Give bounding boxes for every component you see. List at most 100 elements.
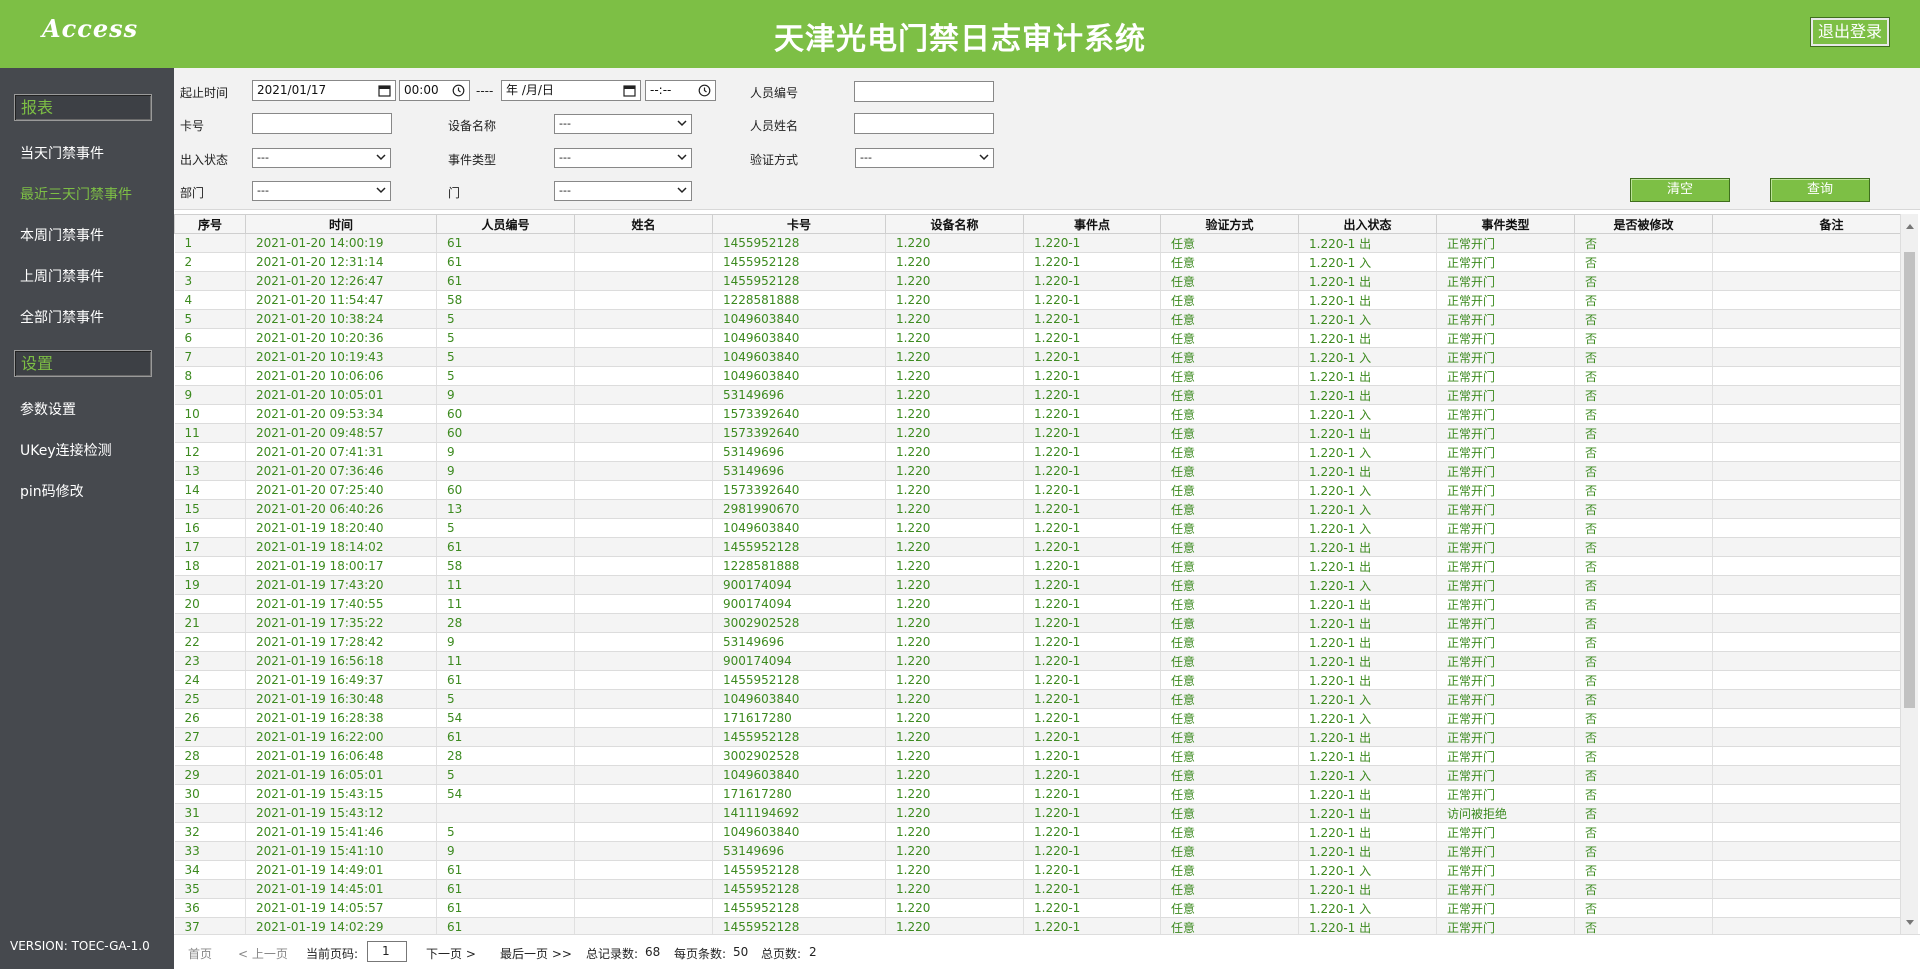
- table-row[interactable]: 21 2021-01-19 17:35:22 28 3002902528 1.220 1.…: [174, 613, 1900, 633]
- table-row[interactable]: 26 2021-01-19 16:28:38 54 171617280 1.220 1.2…: [174, 708, 1900, 728]
- current-page-input[interactable]: 1: [367, 941, 407, 962]
- card-input[interactable]: [252, 113, 392, 134]
- app-header: Access 天津光电门禁日志审计系统 退出登录: [0, 0, 1920, 68]
- table-cell: 正常开门: [1436, 252, 1575, 272]
- table-row[interactable]: 24 2021-01-19 16:49:37 61 1455952128 1.220 1.…: [174, 670, 1900, 690]
- table-row[interactable]: 28 2021-01-19 16:06:48 28 3002902528 1.220 1.…: [174, 746, 1900, 766]
- table-row[interactable]: 9 2021-01-20 10:05:01 9 53149696 1.220 1.220-…: [174, 385, 1900, 405]
- sidebar-item-today[interactable]: 当天门禁事件: [20, 143, 104, 163]
- table-cell: 否: [1574, 518, 1713, 538]
- table-row[interactable]: 25 2021-01-19 16:30:48 5 1049603840 1.220 1.2…: [174, 689, 1900, 709]
- table-cell: [1712, 290, 1900, 310]
- calendar-icon[interactable]: [623, 84, 636, 97]
- device-select[interactable]: ---: [554, 114, 692, 134]
- table-row[interactable]: 6 2021-01-20 10:20:36 5 1049603840 1.220 1.22…: [174, 328, 1900, 348]
- table-row[interactable]: 4 2021-01-20 11:54:47 58 1228581888 1.220 1.2…: [174, 290, 1900, 310]
- clear-button[interactable]: 清空: [1630, 178, 1730, 202]
- clock-icon[interactable]: [698, 84, 711, 97]
- table-cell: 否: [1574, 727, 1713, 747]
- next-page-link[interactable]: 下一页 >: [426, 945, 476, 962]
- table-cell: 任意: [1160, 233, 1299, 253]
- query-button[interactable]: 查询: [1770, 178, 1870, 202]
- table-cell: 任意: [1160, 404, 1299, 424]
- table-cell: 4: [174, 290, 246, 310]
- table-row[interactable]: 19 2021-01-19 17:43:20 11 900174094 1.220 1.2…: [174, 575, 1900, 595]
- verify-select[interactable]: ---: [855, 148, 994, 168]
- table-cell: 9: [436, 442, 575, 462]
- table-row[interactable]: 8 2021-01-20 10:06:06 5 1049603840 1.220 1.22…: [174, 366, 1900, 386]
- start-date-input[interactable]: 2021/01/17: [252, 80, 396, 101]
- table-row[interactable]: 16 2021-01-19 18:20:40 5 1049603840 1.220 1.2…: [174, 518, 1900, 538]
- table-cell: 33: [174, 841, 246, 861]
- first-page-link[interactable]: 首页: [188, 945, 212, 962]
- scroll-down-icon[interactable]: [1906, 920, 1914, 925]
- table-row[interactable]: 14 2021-01-20 07:25:40 60 1573392640 1.220 1.…: [174, 480, 1900, 500]
- table-row[interactable]: 27 2021-01-19 16:22:00 61 1455952128 1.220 1.…: [174, 727, 1900, 747]
- table-row[interactable]: 35 2021-01-19 14:45:01 61 1455952128 1.220 1.…: [174, 879, 1900, 899]
- table-cell: 1.220-1 入: [1298, 309, 1437, 329]
- calendar-icon[interactable]: [378, 84, 391, 97]
- sidebar-item-params[interactable]: 参数设置: [20, 399, 76, 419]
- table-cell: [1712, 423, 1900, 443]
- table-row[interactable]: 33 2021-01-19 15:41:10 9 53149696 1.220 1.220…: [174, 841, 1900, 861]
- table-cell: 9: [436, 841, 575, 861]
- sidebar-item-last-three-days[interactable]: 最近三天门禁事件: [20, 184, 132, 204]
- table-row[interactable]: 13 2021-01-20 07:36:46 9 53149696 1.220 1.220…: [174, 461, 1900, 481]
- table-row[interactable]: 11 2021-01-20 09:48:57 60 1573392640 1.220 1.…: [174, 423, 1900, 443]
- table-row[interactable]: 22 2021-01-19 17:28:42 9 53149696 1.220 1.220…: [174, 632, 1900, 652]
- door-select[interactable]: ---: [554, 181, 692, 201]
- table-cell: 1455952128: [712, 233, 886, 253]
- table-cell: 6: [174, 328, 246, 348]
- table-row[interactable]: 20 2021-01-19 17:40:55 11 900174094 1.220 1.2…: [174, 594, 1900, 614]
- table-row[interactable]: 5 2021-01-20 10:38:24 5 1049603840 1.220 1.22…: [174, 309, 1900, 329]
- table-row[interactable]: 12 2021-01-20 07:41:31 9 53149696 1.220 1.220…: [174, 442, 1900, 462]
- table-row[interactable]: 23 2021-01-19 16:56:18 11 900174094 1.220 1.2…: [174, 651, 1900, 671]
- table-row[interactable]: 1 2021-01-20 14:00:19 61 1455952128 1.220 1.2…: [174, 233, 1900, 253]
- logout-button[interactable]: 退出登录: [1810, 17, 1890, 47]
- table-cell: 正常开门: [1436, 879, 1575, 899]
- table-cell: 2021-01-19 14:02:29: [245, 917, 437, 934]
- sidebar-item-last-week[interactable]: 上周门禁事件: [20, 266, 104, 286]
- table-row[interactable]: 30 2021-01-19 15:43:15 54 171617280 1.220 1.2…: [174, 784, 1900, 804]
- table-cell: 5: [436, 328, 575, 348]
- start-time-input[interactable]: 00:00: [399, 80, 470, 101]
- sidebar-item-all-events[interactable]: 全部门禁事件: [20, 307, 104, 327]
- inout-select[interactable]: ---: [252, 148, 391, 168]
- table-row[interactable]: 32 2021-01-19 15:41:46 5 1049603840 1.220 1.2…: [174, 822, 1900, 842]
- table-cell: 1.220-1: [1023, 765, 1161, 785]
- table-row[interactable]: 15 2021-01-20 06:40:26 13 2981990670 1.220 1.…: [174, 499, 1900, 519]
- table-row[interactable]: 29 2021-01-19 16:05:01 5 1049603840 1.220 1.2…: [174, 765, 1900, 785]
- sidebar-item-ukey-check[interactable]: UKey连接检测: [20, 440, 112, 460]
- table-cell: 否: [1574, 746, 1713, 766]
- table-cell: 2021-01-20 10:20:36: [245, 328, 437, 348]
- table-row[interactable]: 31 2021-01-19 15:43:12 1411194692 1.220 1.22…: [174, 803, 1900, 823]
- prev-page-link[interactable]: < 上一页: [238, 945, 288, 962]
- table-row[interactable]: 18 2021-01-19 18:00:17 58 1228581888 1.220 1.…: [174, 556, 1900, 576]
- total-pages-value: 2: [809, 945, 817, 959]
- table-cell: 任意: [1160, 442, 1299, 462]
- table-row[interactable]: 3 2021-01-20 12:26:47 61 1455952128 1.220 1.2…: [174, 271, 1900, 291]
- table-row[interactable]: 7 2021-01-20 10:19:43 5 1049603840 1.220 1.22…: [174, 347, 1900, 367]
- table-cell: 25: [174, 689, 246, 709]
- end-time-input[interactable]: --:--: [645, 80, 716, 101]
- table-row[interactable]: 37 2021-01-19 14:02:29 61 1455952128 1.220 1.…: [174, 917, 1900, 934]
- person-id-input[interactable]: [854, 81, 994, 102]
- table-row[interactable]: 34 2021-01-19 14:49:01 61 1455952128 1.220 1.…: [174, 860, 1900, 880]
- sidebar-item-this-week[interactable]: 本周门禁事件: [20, 225, 104, 245]
- scroll-up-icon[interactable]: [1906, 224, 1914, 229]
- person-name-input[interactable]: [854, 113, 994, 134]
- table-cell: [574, 594, 713, 614]
- event-type-select[interactable]: ---: [554, 148, 692, 168]
- last-page-link[interactable]: 最后一页 >>: [500, 945, 572, 962]
- table-row[interactable]: 36 2021-01-19 14:05:57 61 1455952128 1.220 1.…: [174, 898, 1900, 918]
- clock-icon[interactable]: [452, 84, 465, 97]
- scrollbar-thumb[interactable]: [1904, 252, 1915, 708]
- table-row[interactable]: 17 2021-01-19 18:14:02 61 1455952128 1.220 1.…: [174, 537, 1900, 557]
- table-cell: 1.220: [885, 632, 1024, 652]
- end-date-input[interactable]: 年 /月/日: [501, 80, 641, 101]
- vertical-scrollbar[interactable]: [1900, 214, 1918, 934]
- dept-select[interactable]: ---: [252, 181, 391, 201]
- sidebar-item-pin-change[interactable]: pin码修改: [20, 481, 84, 501]
- table-row[interactable]: 2 2021-01-20 12:31:14 61 1455952128 1.220 1.2…: [174, 252, 1900, 272]
- table-row[interactable]: 10 2021-01-20 09:53:34 60 1573392640 1.220 1.…: [174, 404, 1900, 424]
